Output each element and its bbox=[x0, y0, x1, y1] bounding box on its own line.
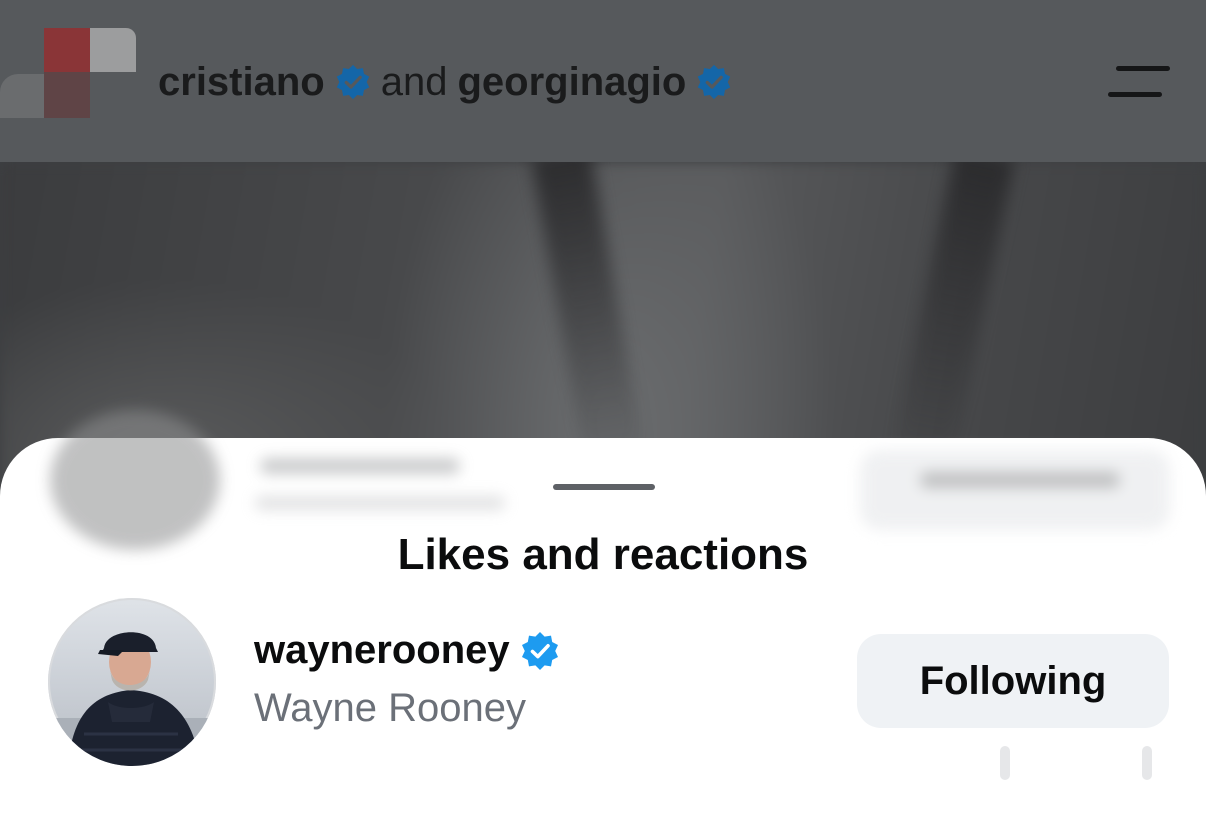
user-full-name: Wayne Rooney bbox=[254, 686, 526, 730]
verified-badge-icon bbox=[698, 64, 731, 100]
authors-conjunction: and bbox=[380, 59, 448, 104]
verified-badge-icon bbox=[521, 631, 558, 670]
following-button[interactable]: Following bbox=[857, 634, 1169, 728]
user-avatar[interactable] bbox=[48, 598, 216, 766]
list-item[interactable]: waynerooney Wayne Rooney Following bbox=[0, 598, 1206, 768]
sheet-title: Likes and reactions bbox=[397, 530, 809, 579]
username-row: waynerooney bbox=[254, 628, 560, 673]
verified-badge-icon bbox=[336, 64, 369, 100]
post-header: cristiano and georginagio bbox=[0, 0, 1206, 162]
author-georginagio-link[interactable]: georginagio bbox=[457, 60, 686, 105]
scroll-indicator bbox=[1142, 746, 1152, 780]
post-authors: cristiano and georginagio bbox=[158, 56, 732, 108]
sheet-drag-handle[interactable] bbox=[553, 484, 655, 490]
scroll-indicator bbox=[1000, 746, 1010, 780]
username[interactable]: waynerooney bbox=[254, 628, 510, 673]
hamburger-menu-icon[interactable] bbox=[1108, 64, 1170, 100]
post-author-avatar[interactable] bbox=[0, 28, 136, 120]
avatar-photo bbox=[48, 632, 216, 766]
author-cristiano-link[interactable]: cristiano bbox=[158, 60, 325, 105]
